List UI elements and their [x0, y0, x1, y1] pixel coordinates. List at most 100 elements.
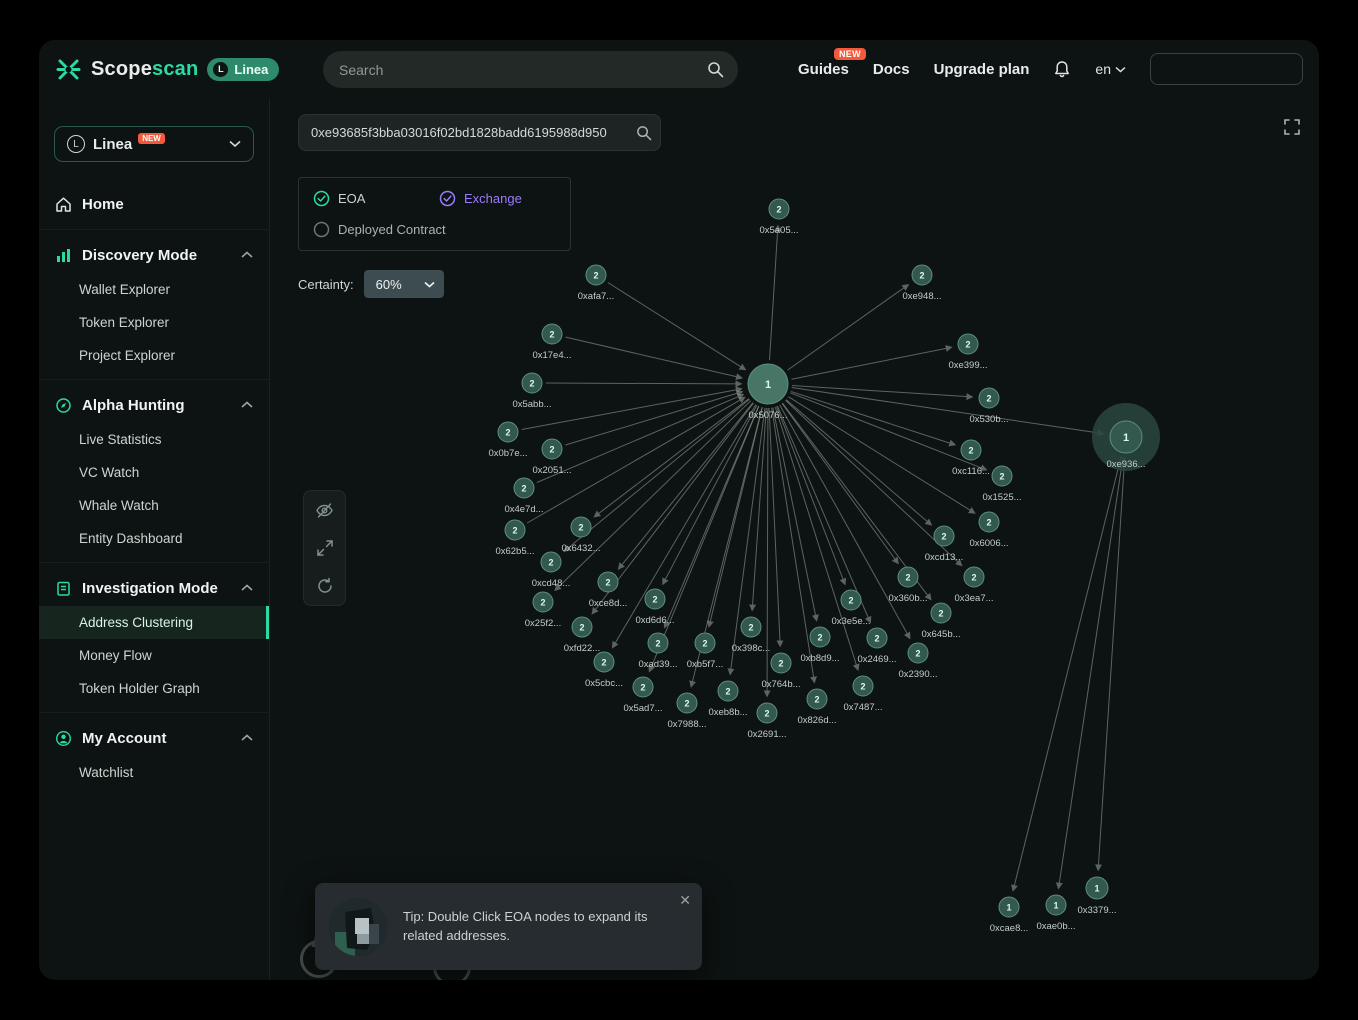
graph-node-label: 0xe936...: [1106, 459, 1145, 470]
nav-upgrade-plan[interactable]: Upgrade plan: [934, 61, 1030, 78]
graph-node-0xe936[interactable]: 10xe936...: [1092, 403, 1160, 471]
global-search-input[interactable]: [339, 62, 707, 78]
graph-node-0x0b7e[interactable]: 20x0b7e...: [488, 422, 527, 459]
graph-node-label: 0x7487...: [843, 702, 882, 713]
graph-node-0x398c[interactable]: 20x398c...: [732, 617, 771, 654]
brand: Scopescan L Linea: [55, 40, 279, 98]
svg-text:2: 2: [874, 634, 879, 644]
graph-node-0xfd22[interactable]: 20xfd22...: [564, 617, 600, 654]
sidebar-item-token-explorer[interactable]: Token Explorer: [39, 306, 269, 339]
sidebar-section-my-account[interactable]: My Account: [39, 720, 269, 756]
graph-node-0x2469[interactable]: 2 0x2469...: [857, 628, 896, 665]
sidebar-item-watchlist[interactable]: Watchlist: [39, 756, 269, 789]
graph-node-0x2691[interactable]: 20x2691...: [747, 703, 786, 740]
graph-node-0xb5f7[interactable]: 20xb5f7...: [687, 633, 723, 670]
bar-chart-icon: [55, 247, 72, 264]
sidebar-item-wallet-explorer[interactable]: Wallet Explorer: [39, 273, 269, 306]
certainty-control: Certainty: 60%: [298, 270, 444, 298]
graph-node-0xeb8b[interactable]: 20xeb8b...: [708, 681, 747, 718]
hide-labels-eye-off-icon[interactable]: [304, 491, 345, 529]
graph-node-0xcd13[interactable]: 20xcd13...: [925, 526, 964, 563]
chevron-up-icon: [241, 401, 253, 409]
tip-tooltip: Tip: Double Click EOA nodes to expand it…: [315, 883, 702, 970]
graph-node-0xcae8[interactable]: 10xcae8...: [990, 897, 1029, 934]
graph-node-0x62b5[interactable]: 20x62b5...: [495, 520, 534, 557]
graph-node-0xcd48[interactable]: 20xcd48...: [532, 552, 571, 589]
graph-node-0x5076[interactable]: 10x5076...: [748, 364, 788, 421]
fit-view-expand-icon[interactable]: [304, 529, 345, 567]
graph-node-label: 0x17e4...: [532, 350, 571, 361]
svg-text:2: 2: [578, 523, 583, 533]
svg-text:2: 2: [965, 340, 970, 350]
chevron-down-icon: [424, 281, 435, 288]
sidebar-item-address-clustering[interactable]: Address Clustering: [39, 606, 269, 639]
graph-node-0xad39[interactable]: 20xad39...: [638, 633, 677, 670]
graph-node-0x360b[interactable]: 20x360b...: [888, 567, 927, 604]
graph-node-0x2390[interactable]: 20x2390...: [898, 643, 937, 680]
sidebar-item-money-flow[interactable]: Money Flow: [39, 639, 269, 672]
sidebar-item-token-holder-graph[interactable]: Token Holder Graph: [39, 672, 269, 705]
sidebar-item-vc-watch[interactable]: VC Watch: [39, 456, 269, 489]
graph-node-0xe948[interactable]: 20xe948...: [902, 265, 941, 302]
graph-node-0x645b[interactable]: 20x645b...: [921, 603, 960, 640]
address-search-input[interactable]: [311, 125, 636, 140]
graph-node-0x5abb[interactable]: 20x5abb...: [512, 373, 551, 410]
graph-node-0x3379[interactable]: 10x3379...: [1077, 877, 1116, 916]
chain-selector[interactable]: L Linea NEW: [54, 126, 254, 162]
graph-node-0x7988[interactable]: 20x7988...: [667, 693, 706, 730]
refresh-icon[interactable]: [304, 567, 345, 605]
graph-node-0x3ea7[interactable]: 20x3ea7...: [954, 567, 993, 604]
address-search-box: [298, 114, 661, 151]
sidebar-section-alpha-hunting[interactable]: Alpha Hunting: [39, 387, 269, 423]
search-icon[interactable]: [707, 61, 724, 78]
legend-exchange[interactable]: Exchange: [439, 190, 522, 207]
nav-docs[interactable]: Docs: [873, 61, 910, 78]
svg-text:2: 2: [512, 526, 517, 536]
topbar: Scopescan L Linea Guides NEW Docs Upgrad…: [39, 40, 1319, 98]
graph-node-label: 0x25f2...: [525, 618, 561, 629]
legend-deployed-contract[interactable]: Deployed Contract: [313, 221, 556, 238]
fullscreen-icon[interactable]: [1283, 118, 1301, 136]
graph-node-0xce8d[interactable]: 20xce8d...: [589, 572, 628, 609]
graph-node-0x4e7d[interactable]: 20x4e7d...: [504, 478, 543, 515]
graph-node-0x6432[interactable]: 20x6432...: [561, 517, 600, 554]
graph-node-0x6006[interactable]: 20x6006...: [969, 512, 1008, 549]
certainty-select[interactable]: 60%: [364, 270, 444, 298]
svg-text:2: 2: [521, 484, 526, 494]
graph-node-0xae0b[interactable]: 10xae0b...: [1036, 895, 1075, 932]
nav-guides[interactable]: Guides NEW: [798, 61, 849, 78]
svg-text:2: 2: [549, 445, 554, 455]
graph-node-label: 0xfd22...: [564, 643, 600, 654]
graph-node-0x7487[interactable]: 20x7487...: [843, 676, 882, 713]
graph-node-0xd6d6[interactable]: 20xd6d6...: [635, 589, 674, 626]
sidebar-item-live-statistics[interactable]: Live Statistics: [39, 423, 269, 456]
graph-node-0x530b[interactable]: 20x530b...: [969, 388, 1008, 425]
graph-node-label: 0x2469...: [857, 654, 896, 665]
graph-node-0x826d[interactable]: 20x826d...: [797, 689, 836, 726]
graph-node-label: 0xad39...: [638, 659, 677, 670]
graph-node-0x25f2[interactable]: 20x25f2...: [525, 592, 561, 629]
language-selector[interactable]: en: [1095, 61, 1126, 77]
graph-node-0x5a05[interactable]: 20x5a05...: [759, 199, 798, 236]
sidebar-item-project-explorer[interactable]: Project Explorer: [39, 339, 269, 372]
wallet-connect-button[interactable]: [1150, 53, 1303, 85]
node-type-legend: EOA Exchange Deployed Contract: [298, 177, 571, 251]
sidebar-item-home[interactable]: Home: [39, 186, 269, 222]
svg-text:2: 2: [776, 205, 781, 215]
sidebar-item-entity-dashboard[interactable]: Entity Dashboard: [39, 522, 269, 555]
legend-eoa[interactable]: EOA: [313, 190, 439, 207]
sidebar-item-whale-watch[interactable]: Whale Watch: [39, 489, 269, 522]
svg-text:2: 2: [640, 683, 645, 693]
sidebar-section-investigation-mode[interactable]: Investigation Mode: [39, 570, 269, 606]
search-icon[interactable]: [636, 125, 652, 141]
chevron-up-icon: [241, 251, 253, 259]
sidebar-section-discovery-mode[interactable]: Discovery Mode: [39, 237, 269, 273]
graph-node-0xe399[interactable]: 20xe399...: [948, 334, 987, 371]
graph-node-0x17e4[interactable]: 20x17e4...: [532, 324, 571, 361]
graph-node-label: 0x3379...: [1077, 905, 1116, 916]
graph-node-0x5cbc[interactable]: 20x5cbc...: [585, 652, 623, 689]
graph-node-0x5ad7[interactable]: 20x5ad7...: [623, 677, 662, 714]
graph-node-label: 0xb5f7...: [687, 659, 723, 670]
notifications-bell-icon[interactable]: [1053, 60, 1071, 79]
close-icon[interactable]: ✕: [679, 892, 691, 909]
